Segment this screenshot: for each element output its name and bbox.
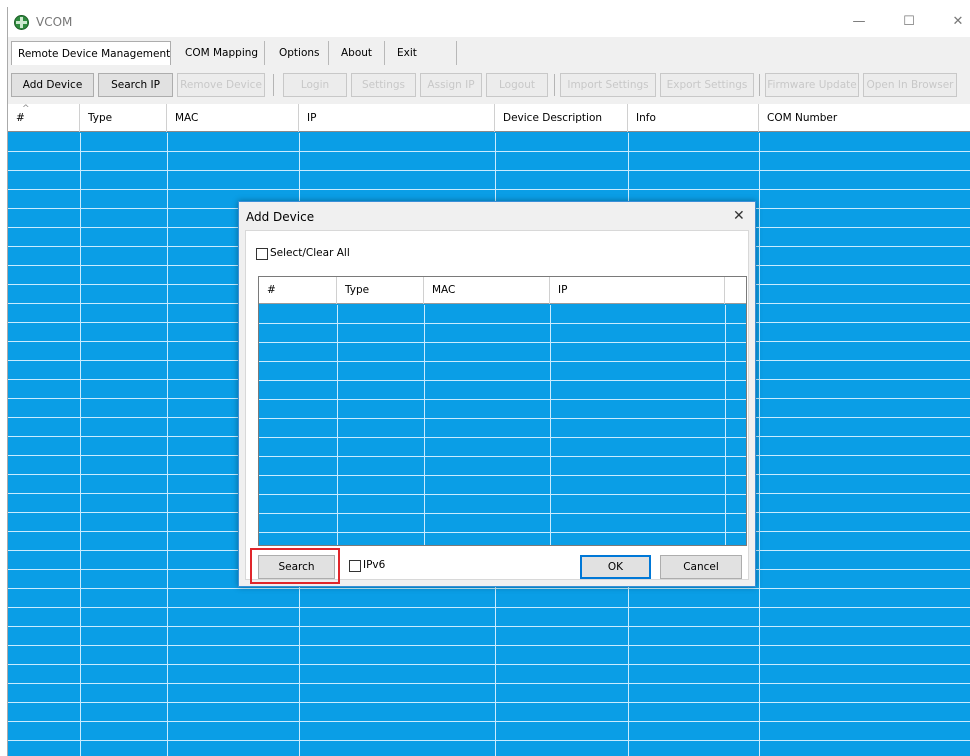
- logout-button[interactable]: Logout: [486, 73, 548, 97]
- dialog-column-filler: [725, 277, 746, 304]
- select-all-checkbox[interactable]: [256, 248, 268, 260]
- toolbar-separator: [759, 74, 760, 96]
- column-header-number[interactable]: ^ #: [8, 104, 80, 132]
- window-title: VCOM: [36, 15, 73, 29]
- dialog-column-ip[interactable]: IP: [550, 277, 725, 304]
- dialog-column-type[interactable]: Type: [337, 277, 424, 304]
- title-bar: VCOM — ☐ ✕: [8, 7, 970, 37]
- export-settings-button[interactable]: Export Settings: [660, 73, 754, 97]
- column-header-mac[interactable]: MAC: [167, 104, 299, 132]
- firmware-update-button[interactable]: Firmware Update: [765, 73, 859, 97]
- column-header-info[interactable]: Info: [628, 104, 759, 132]
- column-divider: [725, 305, 726, 545]
- menu-about[interactable]: About: [335, 41, 385, 65]
- dialog-grid-rows[interactable]: [259, 305, 746, 545]
- dialog-title: Add Device: [246, 210, 315, 224]
- tab-com-mapping[interactable]: COM Mapping: [179, 41, 265, 65]
- column-header-ip[interactable]: IP: [299, 104, 495, 132]
- column-divider: [424, 305, 425, 545]
- toolbar: Add Device Search IP Remove Device Login…: [8, 71, 970, 101]
- app-globe-icon: [14, 15, 29, 30]
- close-button[interactable]: ✕: [941, 11, 970, 33]
- column-header-device-description[interactable]: Device Description: [495, 104, 628, 132]
- column-divider: [337, 305, 338, 545]
- select-all-label: Select/Clear All: [270, 247, 350, 259]
- cancel-button[interactable]: Cancel: [660, 555, 742, 579]
- dialog-column-number[interactable]: #: [259, 277, 337, 304]
- ipv6-label: IPv6: [363, 559, 386, 571]
- search-button[interactable]: Search: [258, 555, 335, 579]
- dialog-close-icon[interactable]: ✕: [733, 208, 745, 224]
- dialog-column-mac[interactable]: MAC: [424, 277, 550, 304]
- login-button[interactable]: Login: [283, 73, 347, 97]
- add-device-button[interactable]: Add Device: [11, 73, 94, 97]
- settings-button[interactable]: Settings: [351, 73, 416, 97]
- open-in-browser-button[interactable]: Open In Browser: [863, 73, 957, 97]
- menu-exit[interactable]: Exit: [391, 41, 457, 65]
- minimize-button[interactable]: —: [842, 11, 876, 33]
- column-header-com-number[interactable]: COM Number: [759, 104, 970, 132]
- assign-ip-button[interactable]: Assign IP: [420, 73, 482, 97]
- toolbar-separator: [554, 74, 555, 96]
- column-header-type[interactable]: Type: [80, 104, 167, 132]
- toolbar-separator: [273, 74, 274, 96]
- column-divider: [80, 133, 81, 756]
- vcom-window: VCOM — ☐ ✕ Remote Device Management COM …: [7, 7, 970, 756]
- tab-remote-device-management[interactable]: Remote Device Management: [11, 41, 171, 65]
- menu-bar: Remote Device Management COM Mapping Opt…: [8, 39, 970, 69]
- ok-button[interactable]: OK: [580, 555, 651, 579]
- menu-options[interactable]: Options: [273, 41, 329, 65]
- maximize-button[interactable]: ☐: [892, 11, 926, 33]
- search-ip-button[interactable]: Search IP: [98, 73, 173, 97]
- sort-arrow-icon: ^: [22, 104, 30, 114]
- grid-header: ^ # Type MAC IP Device Description Info …: [8, 104, 970, 132]
- remove-device-button[interactable]: Remove Device: [177, 73, 265, 97]
- dialog-grid-header: # Type MAC IP: [259, 277, 746, 304]
- column-divider: [759, 133, 760, 756]
- column-divider: [550, 305, 551, 545]
- ipv6-checkbox[interactable]: [349, 560, 361, 572]
- import-settings-button[interactable]: Import Settings: [560, 73, 656, 97]
- dialog-device-grid[interactable]: # Type MAC IP: [258, 276, 747, 546]
- column-divider: [167, 133, 168, 756]
- add-device-dialog: Add Device ✕ Select/Clear All # Type MAC…: [238, 201, 756, 587]
